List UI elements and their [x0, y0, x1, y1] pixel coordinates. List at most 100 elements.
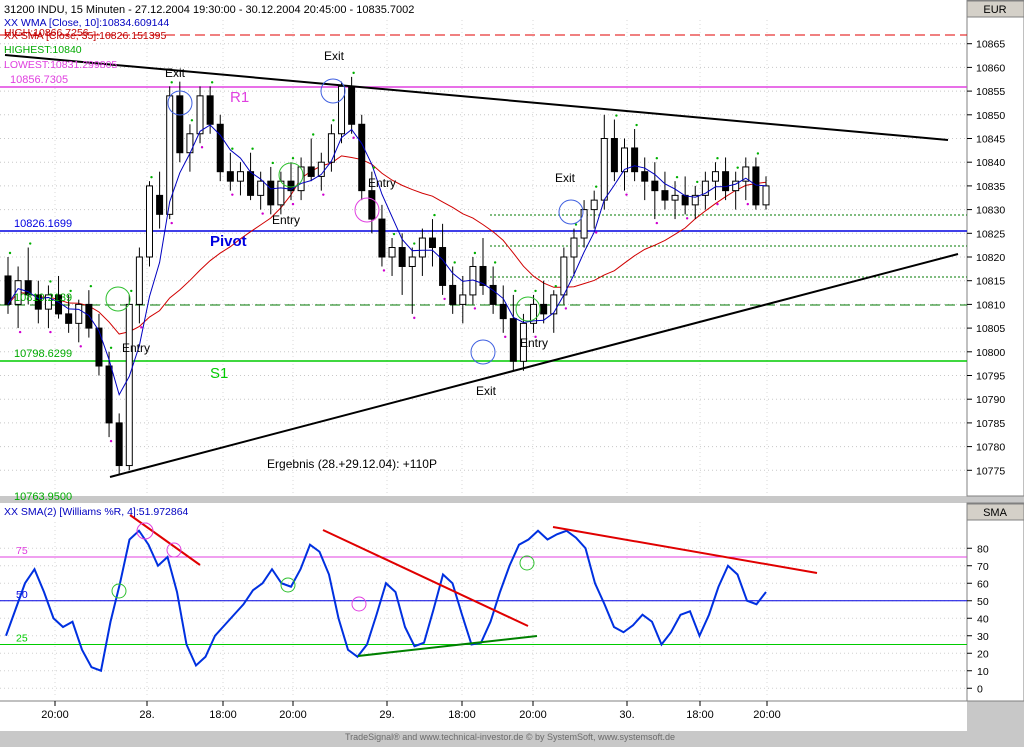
candle-body: [459, 294, 467, 305]
dot-green: [534, 289, 537, 293]
price-tick-label: 10800: [976, 347, 1005, 359]
candle-body: [711, 171, 719, 182]
dot-magenta: [716, 202, 719, 206]
candle-body: [135, 256, 143, 305]
price-tick-label: 10835: [976, 181, 1005, 193]
candle-body: [105, 365, 113, 424]
candle-body: [418, 237, 426, 258]
candle-body: [378, 218, 386, 258]
dot-green: [453, 261, 456, 264]
dot-green: [493, 261, 497, 264]
dot-green: [372, 166, 376, 169]
indicator-tick-label: 50: [977, 596, 989, 608]
price-tick-label: 10785: [976, 418, 1005, 430]
indicator-tick-label: 80: [977, 543, 989, 555]
price-tick-label: 10775: [976, 465, 1005, 477]
candle-body: [358, 123, 366, 192]
indicator-tick-label: 60: [977, 578, 989, 590]
price-tick-label: 10855: [976, 86, 1005, 98]
candle-body: [327, 133, 335, 163]
candle-body: [408, 256, 416, 267]
candle-body: [560, 256, 568, 296]
dot-green: [332, 119, 335, 122]
candle-body: [762, 185, 770, 206]
dot-magenta: [261, 212, 264, 215]
dot-green: [413, 242, 416, 245]
dot-green: [433, 213, 436, 217]
r1-value-label: 10856.7305: [10, 74, 68, 86]
chart-svg: EUR SMA 10775107801078510790107951080010…: [0, 0, 1024, 742]
exit-label: Exit: [476, 384, 497, 398]
indicator-level-label: 25: [16, 633, 28, 645]
price-tick-label: 10815: [976, 276, 1005, 288]
pivot-value-label: 10826.1699: [14, 218, 72, 230]
candle-body: [75, 303, 83, 324]
candle-body: [428, 237, 436, 249]
candle-body: [722, 171, 730, 192]
r1-label: R1: [230, 89, 249, 106]
exit-label: Exit: [165, 66, 186, 80]
indicator-tick-label: 40: [977, 613, 989, 625]
candle-body: [489, 284, 497, 305]
candle-body: [216, 123, 224, 173]
candle-body: [196, 95, 204, 135]
dot-magenta: [443, 297, 446, 301]
dot-green: [756, 152, 760, 155]
time-tick-label: 18:00: [209, 709, 237, 721]
bottom-partial-label: 10763.9500: [14, 491, 72, 503]
dot-green: [716, 157, 719, 160]
price-tick-label: 10780: [976, 442, 1005, 454]
dot-magenta: [49, 330, 52, 334]
dot-magenta: [473, 307, 477, 310]
indicator-axis-label: SMA: [983, 507, 1008, 519]
legend-lower: XX SMA(2) [Williams %R, 4]:51.972864: [4, 506, 189, 518]
dot-green: [29, 242, 32, 245]
dot-green: [170, 81, 173, 84]
candle-body: [540, 303, 548, 315]
candle-body: [681, 194, 689, 206]
price-tick-label: 10840: [976, 157, 1005, 169]
candle-body: [267, 180, 275, 206]
candle-body: [439, 247, 447, 286]
time-tick-label: 28.: [139, 709, 154, 721]
dot-green: [231, 147, 234, 150]
dot-magenta: [79, 345, 82, 348]
price-tick-label: 10805: [976, 323, 1005, 335]
dot-green: [655, 157, 659, 160]
time-tick-label: 20:00: [41, 709, 69, 721]
price-tick-label: 10850: [976, 110, 1005, 122]
candle-body: [671, 194, 679, 201]
dot-magenta: [140, 326, 143, 329]
dot-green: [190, 119, 194, 122]
price-tick-label: 10860: [976, 62, 1005, 74]
chart-header: 31200 INDU, 15 Minuten - 27.12.2004 19:3…: [4, 4, 414, 16]
indicator-tick-label: 30: [977, 631, 989, 643]
dot-magenta: [231, 193, 234, 196]
dot-green: [736, 166, 739, 169]
candle-body: [610, 138, 618, 173]
dot-green: [473, 251, 477, 255]
dot-green: [49, 280, 52, 283]
dot-green: [312, 133, 315, 136]
indicator-panel[interactable]: [0, 503, 967, 701]
dot-green: [291, 157, 295, 160]
candle-body: [550, 294, 558, 315]
exit-label: Exit: [555, 171, 576, 185]
dot-green: [615, 114, 618, 117]
chart-window: EUR SMA 10775 10780 10785 10790 10795 10800 10…: [0, 0, 1024, 742]
price-tick-label: 10810: [976, 299, 1005, 311]
currency-label: EUR: [983, 4, 1006, 16]
price-tick-label: 10790: [976, 394, 1005, 406]
candle-body: [176, 95, 184, 154]
dot-magenta: [594, 231, 598, 234]
entry-label: Entry: [520, 336, 548, 350]
indicator-tick-label: 10: [977, 666, 989, 678]
candle-body: [247, 171, 255, 196]
dot-magenta: [625, 193, 628, 196]
legend-lowest: LOWEST:10831.299805: [4, 59, 117, 71]
footer-text: TradeSignal® and www.technical-investor.…: [345, 732, 675, 742]
candle-body: [206, 95, 214, 125]
candle-body: [125, 303, 133, 467]
dot-green: [271, 161, 274, 165]
price-tick-label: 10820: [976, 252, 1005, 264]
